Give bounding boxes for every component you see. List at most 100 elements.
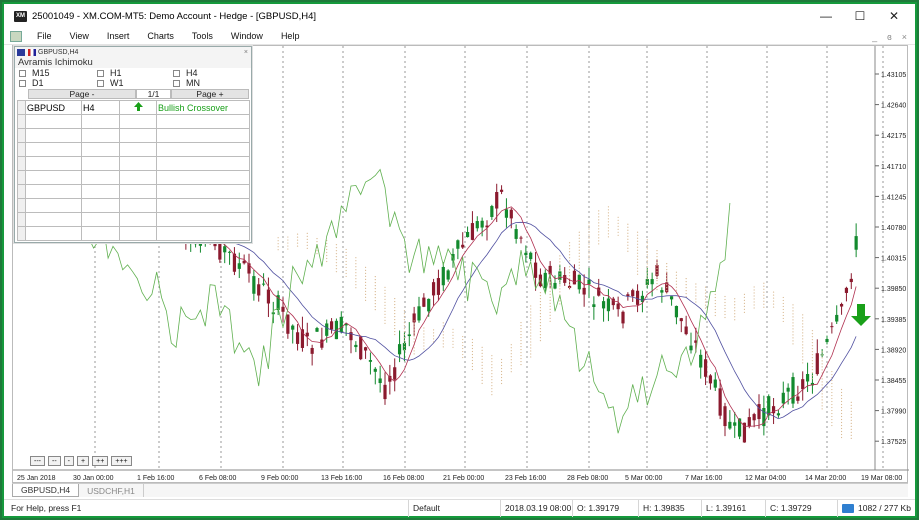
- cloud-dot: [481, 376, 483, 378]
- timeframe-m15[interactable]: M15: [19, 68, 97, 78]
- cloud-dot: [850, 431, 852, 433]
- cloud-dot: [384, 307, 386, 309]
- cloud-dot: [520, 324, 522, 327]
- cloud-dot: [578, 267, 580, 269]
- cloud-dot: [539, 313, 542, 315]
- cloud-dot: [743, 305, 746, 307]
- zoom-out-button[interactable]: -: [63, 456, 75, 466]
- signal-name: Bullish Crossover: [156, 100, 250, 115]
- checkbox-mn[interactable]: [173, 79, 180, 87]
- chart-minimize-button[interactable]: _: [872, 32, 877, 42]
- cloud-dot: [714, 296, 716, 299]
- menu-help[interactable]: Help: [272, 31, 309, 41]
- close-button[interactable]: ✕: [877, 4, 911, 28]
- cloud-dot: [831, 418, 833, 421]
- cloud-dot: [520, 360, 522, 363]
- traffic-label: 1082 / 277 Kb: [858, 503, 911, 513]
- menu-file[interactable]: File: [28, 31, 61, 41]
- cloud-dot: [384, 319, 386, 321]
- checkbox-h4[interactable]: [173, 69, 180, 77]
- cloud-dot: [802, 356, 804, 358]
- maximize-button[interactable]: ☐: [843, 4, 877, 28]
- cloud-dot: [403, 331, 406, 333]
- connection-status[interactable]: 1082 / 277 Kb: [837, 499, 915, 517]
- menu-window[interactable]: Window: [222, 31, 272, 41]
- cloud-dot: [355, 272, 357, 274]
- cloud-dot: [792, 337, 794, 339]
- chart-close-button[interactable]: ×: [902, 32, 907, 42]
- cloud-dot: [617, 225, 619, 227]
- page-next-button[interactable]: Page +: [171, 89, 249, 99]
- cloud-dot: [423, 333, 425, 335]
- cloud-dot: [811, 345, 814, 347]
- cloud-dot: [617, 234, 619, 236]
- cloud-dot: [802, 344, 804, 346]
- cloud-dot: [296, 245, 299, 247]
- timeframe-mn[interactable]: MN: [173, 78, 253, 88]
- cloud-dot: [277, 240, 279, 242]
- cloud-dot: [442, 340, 444, 342]
- bar-open: O: 1.39179: [572, 499, 638, 517]
- tab-gbpusd-h4[interactable]: GBPUSD,H4: [12, 484, 80, 497]
- cloud-dot: [423, 342, 425, 344]
- cloud-dot: [695, 283, 697, 285]
- cloud-dot: [850, 413, 852, 415]
- menu-tools[interactable]: Tools: [183, 31, 222, 41]
- page-prev-button[interactable]: Page -: [28, 89, 136, 99]
- cloud-dot: [559, 279, 561, 281]
- cloud-dot: [607, 221, 610, 223]
- signal-row[interactable]: GBPUSD H4 Bullish Crossover: [17, 100, 250, 115]
- chart-window-icon[interactable]: [10, 30, 22, 42]
- cloud-dot: [394, 327, 396, 330]
- candle-body: [266, 289, 271, 304]
- cloud-dot: [520, 327, 522, 330]
- price-label: 1.38455: [881, 378, 906, 385]
- cloud-dot: [481, 361, 483, 363]
- candle-body: [572, 270, 577, 285]
- candle-body: [393, 367, 397, 380]
- menu-view[interactable]: View: [61, 31, 98, 41]
- checkbox-w1[interactable]: [97, 79, 104, 87]
- cloud-dot: [491, 358, 493, 360]
- checkbox-m15[interactable]: [19, 69, 26, 77]
- timeframe-h1[interactable]: H1: [97, 68, 173, 78]
- checkbox-h1[interactable]: [97, 69, 104, 77]
- candle-body: [359, 336, 363, 360]
- checkbox-d1[interactable]: [19, 79, 26, 87]
- timeframe-h4[interactable]: H4: [173, 68, 253, 78]
- time-label: 5 Mar 00:00: [625, 475, 662, 482]
- cloud-dot: [510, 359, 512, 361]
- cloud-dot: [811, 351, 814, 353]
- menu-insert[interactable]: Insert: [98, 31, 139, 41]
- cloud-dot: [588, 228, 590, 230]
- cloud-dot: [423, 345, 425, 347]
- chart-restore-button[interactable]: ɞ: [887, 32, 892, 42]
- zoom-in-max-button[interactable]: +++: [111, 456, 132, 466]
- timeframe-w1[interactable]: W1: [97, 78, 173, 88]
- cloud-dot: [724, 316, 726, 319]
- title-bar[interactable]: XM 25001049 - XM.COM-MT5: Demo Account -…: [4, 4, 915, 28]
- cloud-dot: [588, 237, 590, 239]
- app-logo-icon: XM: [14, 10, 27, 22]
- zoom-out-more-button[interactable]: --: [48, 456, 61, 466]
- zoom-in-button[interactable]: +: [77, 456, 90, 466]
- cloud-dot: [695, 289, 697, 291]
- cloud-dot: [714, 311, 716, 314]
- ichimoku-panel[interactable]: GBPUSD,H4 × Avramis Ichimoku M15 H1 H4 D…: [14, 46, 252, 243]
- minimize-button[interactable]: —: [809, 4, 843, 28]
- cloud-dot: [345, 260, 347, 263]
- cloud-dot: [646, 245, 648, 247]
- zoom-out-max-button[interactable]: ---: [30, 456, 45, 466]
- menu-charts[interactable]: Charts: [138, 31, 183, 41]
- tab-usdchf-h1[interactable]: USDCHF,H1: [79, 484, 144, 497]
- cloud-dot: [287, 245, 289, 247]
- cloud-dot: [471, 344, 474, 347]
- panel-close-button[interactable]: ×: [244, 49, 248, 56]
- cloud-dot: [539, 340, 542, 342]
- cloud-dot: [821, 351, 823, 353]
- cloud-dot: [714, 302, 716, 305]
- timeframe-d1[interactable]: D1: [19, 78, 97, 88]
- cloud-dot: [578, 249, 580, 251]
- zoom-in-more-button[interactable]: ++: [92, 456, 109, 466]
- cloud-dot: [520, 363, 522, 366]
